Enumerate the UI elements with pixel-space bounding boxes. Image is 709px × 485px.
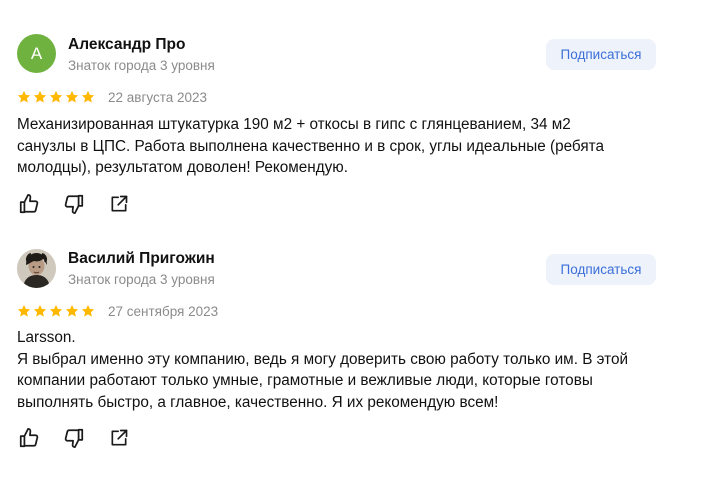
review-date: 22 августа 2023 (108, 90, 208, 105)
review-text-line: молодцы), результатом доволен! Рекоменду… (17, 159, 348, 176)
avatar[interactable]: А (17, 34, 56, 73)
review-text-line: компании работают только умные, грамотны… (17, 372, 593, 389)
review-card: Василий Пригожин Знаток города 3 уровня … (0, 235, 709, 485)
share-icon (111, 429, 128, 446)
star-icon (81, 90, 95, 103)
avatar-photo (17, 249, 56, 288)
author-level: Знаток города 3 уровня (68, 58, 215, 73)
review-text: Larsson. Я выбрал именно эту компанию, в… (17, 327, 657, 413)
thumbs-up-icon (19, 427, 39, 448)
review-card: А Александр Про Знаток города 3 уровня П… (0, 0, 709, 235)
avatar-letter: А (30, 43, 43, 63)
star-icon (65, 304, 79, 317)
star-icon (81, 304, 95, 317)
rating-stars (17, 90, 95, 104)
review-text-line: Механизированная штукатурка 190 м2 + отк… (17, 116, 571, 133)
review-text-line: санузлы в ЦПС. Работа выполнена качестве… (17, 137, 604, 155)
avatar[interactable] (17, 249, 56, 288)
author-name[interactable]: Василий Пригожин (68, 250, 215, 268)
subscribe-button[interactable]: Подписаться (546, 254, 656, 285)
review-text-line: Larsson. (17, 329, 76, 346)
star-icon (49, 90, 63, 103)
star-icon (33, 90, 47, 103)
thumbs-up-icon (19, 193, 39, 214)
review-text: Механизированная штукатурка 190 м2 + отк… (17, 114, 657, 179)
like-button[interactable] (17, 426, 41, 450)
star-icon (49, 304, 63, 317)
star-icon (17, 304, 31, 317)
review-text-line: выполнять быстро, а главное, качественно… (17, 393, 499, 411)
dislike-button[interactable] (62, 426, 86, 450)
share-button[interactable] (107, 426, 131, 450)
star-icon (33, 304, 47, 317)
dislike-button[interactable] (62, 192, 86, 216)
subscribe-button[interactable]: Подписаться (546, 39, 656, 70)
review-date: 27 сентября 2023 (108, 304, 219, 319)
share-icon (111, 195, 128, 212)
share-button[interactable] (107, 192, 131, 216)
rating-stars (17, 304, 95, 318)
star-icon (17, 90, 31, 103)
author-name[interactable]: Александр Про (68, 36, 186, 54)
thumbs-down-icon (64, 428, 84, 449)
author-level: Знаток города 3 уровня (68, 272, 215, 287)
star-icon (65, 90, 79, 103)
like-button[interactable] (17, 192, 41, 216)
thumbs-down-icon (64, 194, 84, 215)
review-text-line: Я выбрал именно эту компанию, ведь я мог… (17, 350, 629, 368)
